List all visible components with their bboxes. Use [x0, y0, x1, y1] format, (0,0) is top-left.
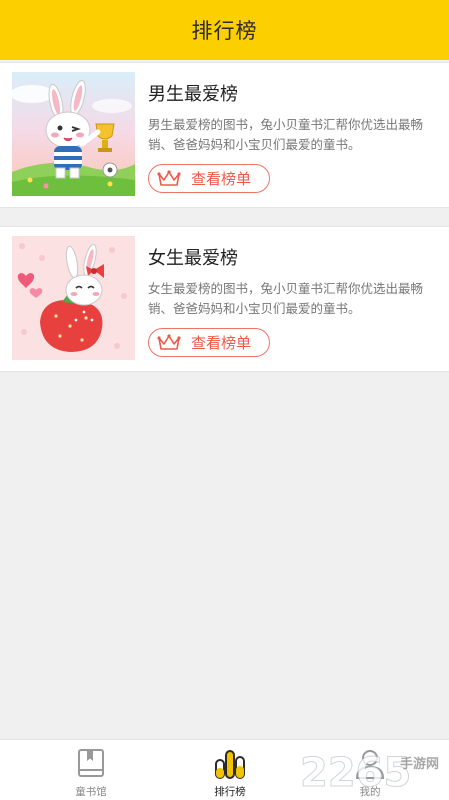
tab-mine[interactable]: 我的	[315, 740, 425, 800]
ranking-card-boys[interactable]: 男生最爱榜 男生最爱榜的图书，兔小贝童书汇帮你优选出最畅销、爸爸妈妈和小宝贝们最…	[0, 62, 449, 208]
crown-icon	[157, 333, 181, 352]
ranking-card-girls[interactable]: 女生最爱榜 女生最爱榜的图书，兔小贝童书汇帮你优选出最畅销、爸爸妈妈和小宝贝们最…	[0, 226, 449, 372]
tab-childrens-library[interactable]: 童书馆	[36, 740, 146, 800]
ranking-description: 女生最爱榜的图书，兔小贝童书汇帮你优选出最畅销、爸爸妈妈和小宝贝们最爱的童书。	[148, 281, 424, 316]
view-ranking-label: 查看榜单	[191, 334, 252, 352]
crown-icon	[157, 169, 181, 188]
bottom-tab-bar: 童书馆 排行榜 我的	[0, 739, 449, 800]
tab-label: 排行榜	[214, 786, 246, 798]
top-app-bar: 排行榜	[0, 0, 449, 60]
user-icon	[353, 747, 387, 781]
tab-rankings[interactable]: 排行榜	[175, 740, 285, 800]
ranking-description: 男生最爱榜的图书，兔小贝童书汇帮你优选出最畅销、爸爸妈妈和小宝贝们最爱的童书。	[148, 117, 424, 152]
view-ranking-label: 查看榜单	[191, 170, 252, 188]
view-ranking-button[interactable]: 查看榜单	[148, 328, 270, 357]
page-title: 排行榜	[191, 19, 258, 43]
ranking-title: 男生最爱榜	[148, 84, 238, 105]
ranking-title: 女生最爱榜	[148, 248, 238, 269]
view-ranking-button[interactable]: 查看榜单	[148, 164, 270, 193]
boy-bunny-trophy-illustration	[12, 72, 135, 196]
book-icon	[74, 747, 108, 781]
tab-label: 童书馆	[75, 786, 107, 798]
tab-label: 我的	[359, 786, 381, 798]
girl-bunny-strawberry-illustration	[12, 236, 135, 360]
bar-chart-icon	[213, 747, 247, 781]
